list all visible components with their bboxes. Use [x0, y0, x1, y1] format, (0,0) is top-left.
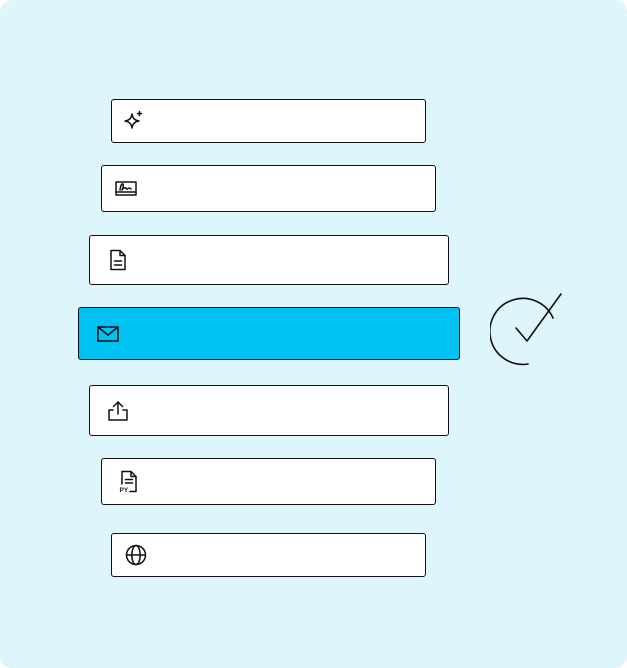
python-file-badge: PY [120, 487, 129, 494]
signature-icon [114, 177, 138, 201]
python-file-icon: PY [117, 470, 141, 494]
option-document[interactable] [89, 235, 449, 285]
option-email-selected[interactable] [78, 307, 460, 360]
option-python-file[interactable]: PY [101, 458, 436, 505]
option-globe[interactable] [111, 533, 426, 577]
globe-icon [124, 543, 148, 567]
option-upload[interactable] [89, 385, 449, 436]
option-sparkle[interactable] [111, 99, 426, 143]
upload-icon [106, 399, 130, 423]
option-signature[interactable] [101, 165, 436, 212]
option-list-canvas: PY [0, 0, 627, 668]
sparkle-icon [122, 109, 146, 133]
envelope-icon [96, 322, 120, 346]
document-icon [106, 248, 130, 272]
check-circle-icon [490, 293, 562, 366]
